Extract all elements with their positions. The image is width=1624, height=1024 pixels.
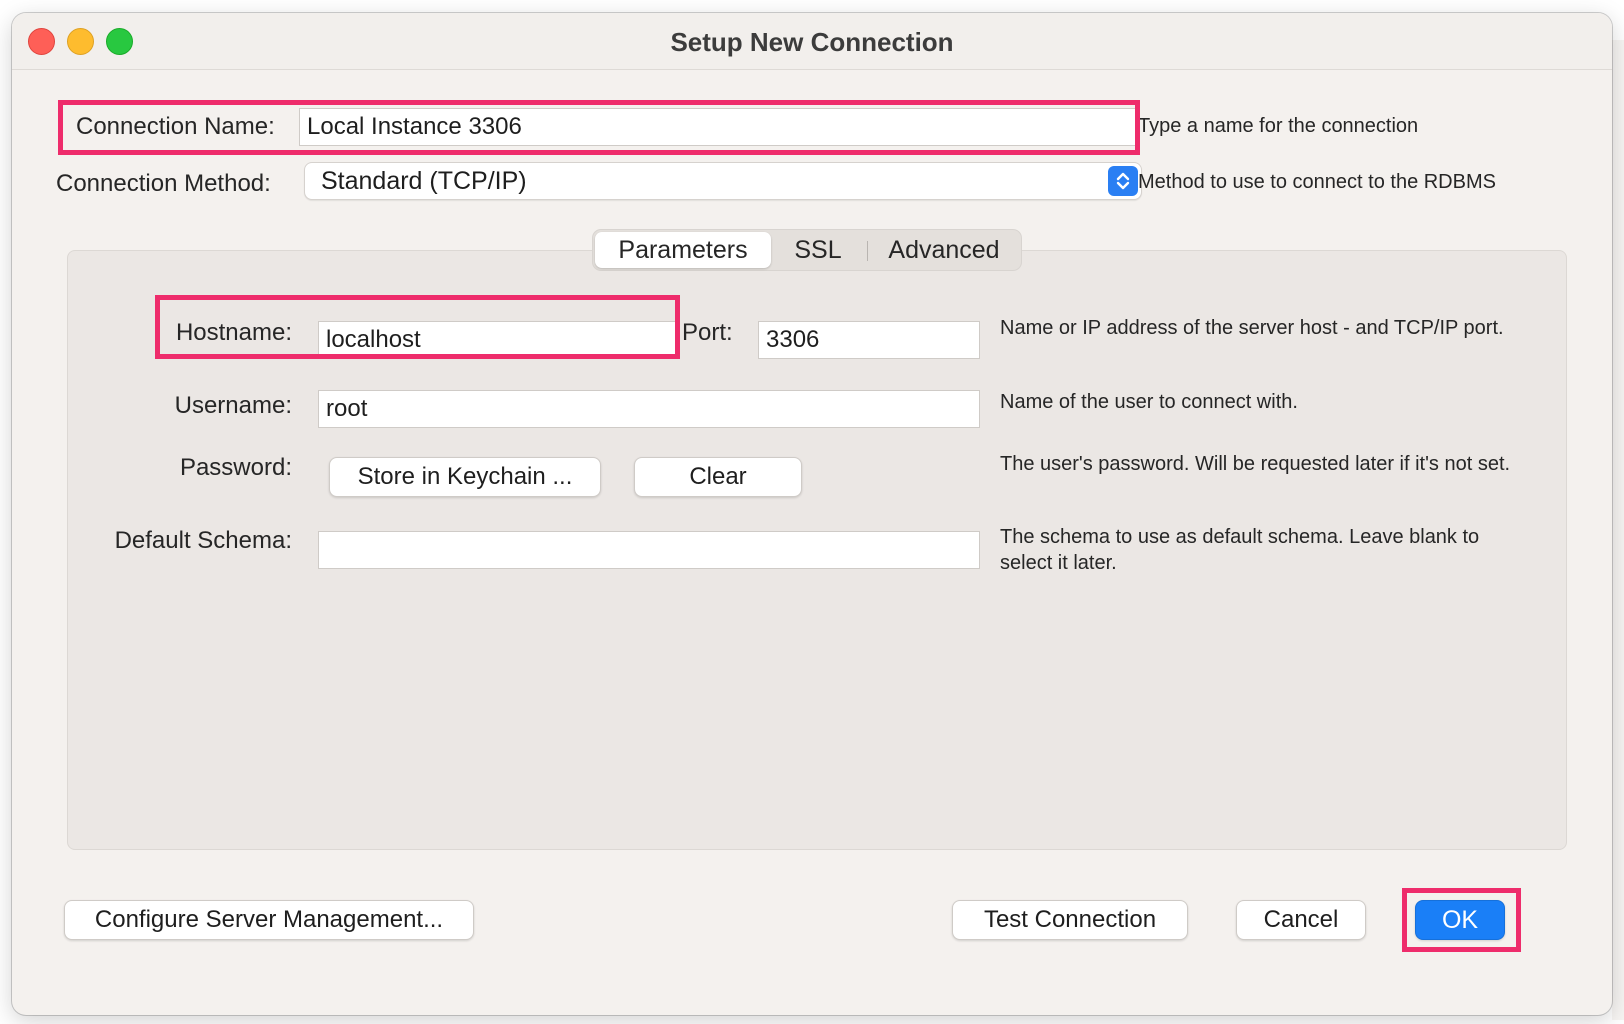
cancel-button[interactable]: Cancel: [1236, 900, 1366, 940]
tab-separator: [867, 241, 868, 261]
default-schema-hint: The schema to use as default schema. Lea…: [1000, 526, 1480, 574]
title-bar: Setup New Connection: [12, 13, 1612, 70]
default-schema-label: Default Schema:: [114, 527, 292, 554]
tab-parameters[interactable]: Parameters: [595, 232, 771, 268]
test-connection-button[interactable]: Test Connection: [952, 900, 1188, 940]
default-schema-input[interactable]: [318, 531, 980, 569]
port-input[interactable]: 3306: [758, 321, 980, 359]
username-label: Username:: [174, 392, 292, 419]
tab-ssl[interactable]: SSL: [773, 232, 863, 268]
username-hint: Name of the user to connect with.: [1000, 391, 1298, 413]
password-hint: The user's password. Will be requested l…: [1000, 453, 1511, 475]
connection-method-label: Connection Method:: [56, 170, 271, 197]
username-input[interactable]: root: [318, 390, 980, 428]
connection-method-select[interactable]: Standard (TCP/IP): [304, 162, 1142, 200]
chevron-up-down-icon[interactable]: [1108, 166, 1138, 196]
setup-connection-dialog: Setup New Connection Connection Name: Lo…: [12, 13, 1612, 1015]
connection-name-input[interactable]: Local Instance 3306: [299, 108, 1137, 146]
connection-method-value: Standard (TCP/IP): [321, 167, 527, 195]
connection-name-hint: Type a name for the connection: [1138, 115, 1419, 137]
hostname-input[interactable]: localhost: [318, 321, 678, 359]
ok-button[interactable]: OK: [1415, 900, 1505, 940]
store-in-keychain-button[interactable]: Store in Keychain ...: [329, 457, 601, 497]
hostname-label: Hostname:: [175, 319, 292, 346]
configure-server-management-button[interactable]: Configure Server Management...: [64, 900, 474, 940]
connection-name-label: Connection Name:: [76, 113, 275, 140]
tab-bar: Parameters SSL Advanced: [592, 229, 1022, 271]
dialog-title: Setup New Connection: [670, 27, 954, 57]
host-hint: Name or IP address of the server host - …: [1000, 317, 1504, 339]
connection-method-hint: Method to use to connect to the RDBMS: [1138, 171, 1496, 193]
clear-password-button[interactable]: Clear: [634, 457, 802, 497]
background-window-edge: [1612, 40, 1624, 1020]
tab-advanced[interactable]: Advanced: [869, 232, 1019, 268]
port-label: Port:: [682, 319, 733, 346]
password-label: Password:: [179, 454, 292, 481]
